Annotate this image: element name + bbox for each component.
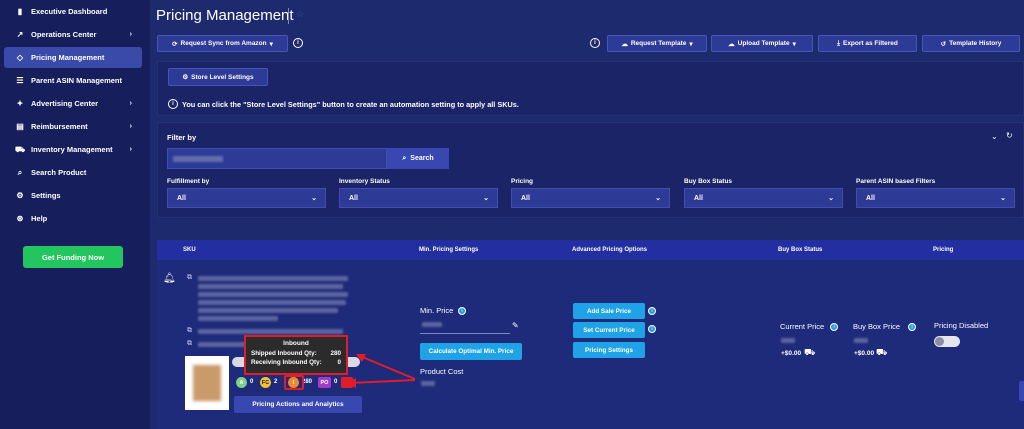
truck-icon: ⛟: [804, 347, 816, 357]
side-tab[interactable]: [1019, 381, 1024, 401]
calculate-optimal-min-price-button[interactable]: Calculate Optimal Min. Price: [420, 343, 522, 360]
current-price-label: Current Price: [780, 322, 825, 331]
blurred-product-cost: [421, 381, 435, 386]
pricing-disabled-label: Pricing Disabled: [934, 321, 989, 330]
product-cost-label: Product Cost: [420, 367, 464, 376]
pricing-settings-button[interactable]: Pricing Settings: [573, 342, 645, 358]
pricing-toggle[interactable]: [934, 336, 960, 347]
truck-icon: ⛟: [876, 347, 888, 357]
info-icon[interactable]: i: [648, 325, 656, 333]
current-price-delta: +$0.00: [781, 350, 802, 357]
blurred-current-price: [781, 338, 795, 343]
annotation-arrows: [346, 354, 416, 388]
info-icon[interactable]: i: [648, 307, 656, 315]
min-price-underline: [420, 333, 510, 334]
info-icon[interactable]: i: [908, 323, 916, 331]
buy-box-price-delta: +$0.00: [854, 350, 875, 357]
set-current-price-button[interactable]: Set Current Price: [573, 322, 645, 338]
blurred-min-price: [422, 322, 442, 327]
buy-box-price-label: Buy Box Price: [853, 322, 901, 331]
min-price-label: Min. Price: [420, 306, 454, 315]
info-icon[interactable]: i: [458, 307, 466, 315]
blurred-buy-box-price: [854, 338, 868, 343]
add-sale-price-button[interactable]: Add Sale Price: [573, 303, 645, 319]
info-icon[interactable]: i: [830, 323, 838, 331]
pencil-icon[interactable]: ✎: [512, 321, 519, 330]
